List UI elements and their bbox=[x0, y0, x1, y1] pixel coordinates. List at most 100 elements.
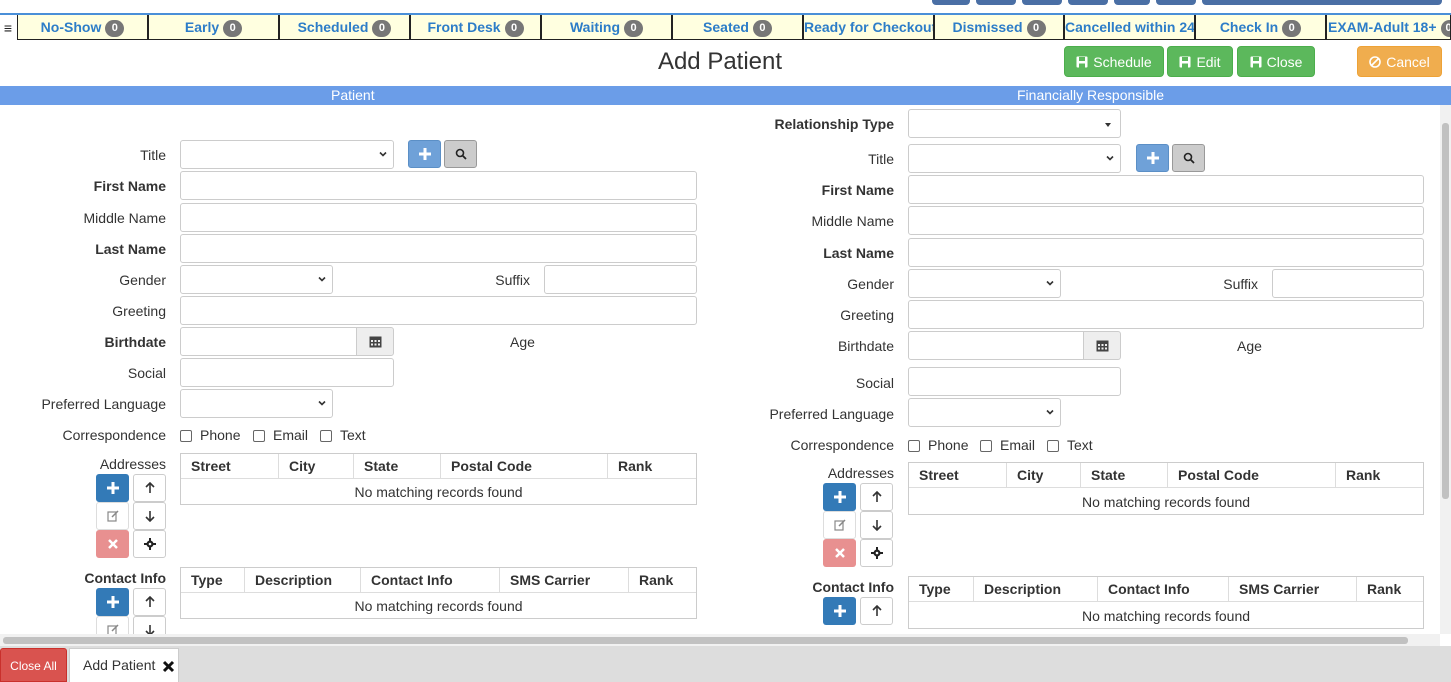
column-header[interactable]: State bbox=[353, 454, 440, 479]
suffix-field[interactable] bbox=[1272, 269, 1424, 298]
move-address-up-button[interactable] bbox=[133, 474, 166, 502]
nav-button[interactable] bbox=[1202, 0, 1442, 5]
menu-icon[interactable]: ≡ bbox=[0, 17, 16, 40]
column-header[interactable]: Description bbox=[973, 577, 1097, 602]
edit-address-button[interactable] bbox=[823, 511, 856, 539]
column-header[interactable]: SMS Carrier bbox=[499, 568, 628, 593]
column-header[interactable]: Rank bbox=[1356, 577, 1423, 602]
schedule-button[interactable]: Schedule bbox=[1064, 46, 1164, 77]
status-tab-early[interactable]: Early 0 bbox=[148, 15, 279, 40]
cancel-button[interactable]: Cancel bbox=[1357, 46, 1442, 77]
move-address-down-button[interactable] bbox=[133, 502, 166, 530]
move-address-up-button[interactable] bbox=[860, 483, 893, 511]
column-header[interactable]: Contact Info bbox=[360, 568, 499, 593]
scrollbar-thumb[interactable] bbox=[3, 637, 1408, 644]
status-tab-ready-for-checkout[interactable]: Ready for Checkout bbox=[803, 15, 934, 40]
move-contact-down-button[interactable] bbox=[133, 616, 166, 634]
horizontal-scrollbar[interactable] bbox=[0, 634, 1440, 646]
middle-name-field[interactable] bbox=[908, 206, 1424, 235]
add-contact-button[interactable] bbox=[96, 588, 129, 616]
column-header[interactable]: City bbox=[1006, 463, 1080, 488]
column-header[interactable]: City bbox=[278, 454, 353, 479]
column-header[interactable]: Type bbox=[181, 568, 244, 593]
greeting-field[interactable] bbox=[908, 300, 1424, 329]
title-select[interactable] bbox=[180, 140, 394, 169]
add-title-button[interactable] bbox=[1136, 144, 1169, 172]
column-header[interactable]: Contact Info bbox=[1097, 577, 1228, 602]
column-header[interactable]: Description bbox=[244, 568, 360, 593]
move-contact-up-button[interactable] bbox=[860, 597, 893, 625]
column-header[interactable]: Street bbox=[181, 454, 278, 479]
search-responsible-button[interactable] bbox=[1172, 144, 1205, 172]
text-checkbox[interactable] bbox=[320, 430, 332, 442]
status-tab-check-in[interactable]: Check In 0 bbox=[1195, 15, 1326, 40]
status-tab-seated[interactable]: Seated 0 bbox=[672, 15, 803, 40]
delete-address-button[interactable] bbox=[96, 530, 129, 558]
title-select[interactable] bbox=[908, 144, 1121, 173]
nav-button[interactable] bbox=[1156, 0, 1196, 5]
status-tab-dismissed[interactable]: Dismissed 0 bbox=[934, 15, 1064, 40]
status-tab-exam-adult[interactable]: EXAM-Adult 18+0 bbox=[1326, 15, 1451, 40]
birthdate-field[interactable] bbox=[180, 327, 357, 356]
edit-button[interactable]: Edit bbox=[1167, 46, 1233, 77]
move-contact-up-button[interactable] bbox=[133, 588, 166, 616]
suffix-field[interactable] bbox=[544, 265, 697, 294]
gender-select[interactable] bbox=[180, 265, 333, 294]
status-tab-scheduled[interactable]: Scheduled 0 bbox=[279, 15, 410, 40]
column-header[interactable]: Street bbox=[909, 463, 1006, 488]
status-tab-cancelled-within-24[interactable]: Cancelled within 24 bbox=[1064, 15, 1195, 40]
add-contact-button[interactable] bbox=[823, 597, 856, 625]
column-header[interactable]: Rank bbox=[1335, 463, 1423, 488]
column-header[interactable]: State bbox=[1080, 463, 1167, 488]
move-address-down-button[interactable] bbox=[860, 511, 893, 539]
address-settings-button[interactable] bbox=[133, 530, 166, 558]
address-settings-button[interactable] bbox=[860, 539, 893, 567]
status-tab-front-desk[interactable]: Front Desk 0 bbox=[410, 15, 541, 40]
column-header[interactable]: Rank bbox=[628, 568, 696, 593]
status-tab-no-show[interactable]: No-Show 0 bbox=[17, 15, 148, 40]
last-name-field[interactable] bbox=[180, 234, 697, 263]
edit-contact-button[interactable] bbox=[96, 616, 129, 634]
preferred-language-select[interactable] bbox=[908, 398, 1061, 427]
tab-add-patient[interactable]: Add Patient bbox=[69, 648, 179, 682]
column-header[interactable]: SMS Carrier bbox=[1228, 577, 1356, 602]
relationship-type-select[interactable] bbox=[908, 109, 1121, 138]
search-patient-button[interactable] bbox=[444, 140, 477, 168]
phone-checkbox[interactable] bbox=[180, 430, 192, 442]
nav-button[interactable] bbox=[1022, 0, 1062, 5]
nav-button[interactable] bbox=[976, 0, 1016, 5]
add-address-button[interactable] bbox=[823, 483, 856, 511]
edit-address-button[interactable] bbox=[96, 502, 129, 530]
last-name-field[interactable] bbox=[908, 238, 1424, 267]
column-header[interactable]: Type bbox=[909, 577, 973, 602]
birthdate-field[interactable] bbox=[908, 331, 1084, 360]
birthdate-calendar-button[interactable] bbox=[356, 327, 394, 356]
email-checkbox[interactable] bbox=[253, 430, 265, 442]
close-all-button[interactable]: Close All bbox=[0, 648, 67, 682]
middle-name-field[interactable] bbox=[180, 203, 697, 232]
nav-button[interactable] bbox=[932, 0, 970, 5]
social-field[interactable] bbox=[180, 358, 394, 387]
close-icon[interactable] bbox=[162, 660, 175, 673]
first-name-field[interactable] bbox=[180, 171, 697, 200]
social-field[interactable] bbox=[908, 367, 1121, 396]
first-name-field[interactable] bbox=[908, 175, 1424, 204]
phone-checkbox[interactable] bbox=[908, 440, 920, 452]
nav-button[interactable] bbox=[1114, 0, 1150, 5]
status-tab-waiting[interactable]: Waiting 0 bbox=[541, 15, 672, 40]
add-title-button[interactable] bbox=[408, 140, 441, 168]
text-checkbox[interactable] bbox=[1047, 440, 1059, 452]
add-address-button[interactable] bbox=[96, 474, 129, 502]
gender-select[interactable] bbox=[908, 269, 1061, 298]
nav-button[interactable] bbox=[1068, 0, 1108, 5]
email-checkbox[interactable] bbox=[980, 440, 992, 452]
delete-address-button[interactable] bbox=[823, 539, 856, 567]
close-button[interactable]: Close bbox=[1237, 46, 1315, 77]
column-header[interactable]: Postal Code bbox=[1167, 463, 1335, 488]
vertical-scrollbar[interactable] bbox=[1440, 105, 1451, 634]
column-header[interactable]: Rank bbox=[607, 454, 696, 479]
birthdate-calendar-button[interactable] bbox=[1083, 331, 1121, 360]
greeting-field[interactable] bbox=[180, 296, 697, 325]
scrollbar-thumb[interactable] bbox=[1442, 123, 1449, 499]
preferred-language-select[interactable] bbox=[180, 389, 333, 418]
